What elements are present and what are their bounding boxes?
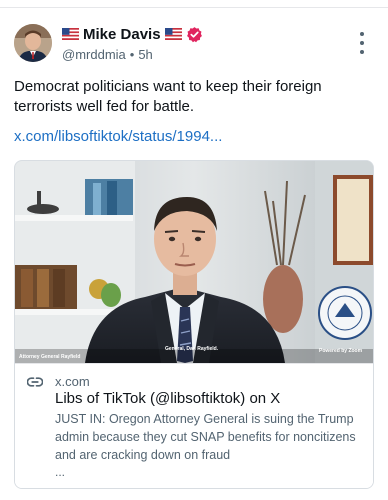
more-options-dot bbox=[360, 50, 364, 54]
post-text: Democrat politicians want to keep their … bbox=[14, 78, 322, 115]
link-icon bbox=[27, 376, 43, 388]
card-meta[interactable]: x.com Libs of TikTok (@libsoftiktok) on … bbox=[15, 363, 373, 488]
video-thumbnail[interactable]: Attorney General Rayfield General, Dan R… bbox=[15, 161, 373, 363]
card-ellipsis: ... bbox=[55, 465, 66, 479]
author-display-name[interactable]: Mike Davis bbox=[83, 26, 161, 43]
verified-badge-icon bbox=[186, 26, 203, 43]
author-meta-row: @mrddmia • 5h bbox=[62, 47, 153, 62]
more-options-icon bbox=[360, 32, 364, 36]
card-title[interactable]: Libs of TikTok (@libsoftiktok) on X bbox=[55, 390, 280, 407]
card-description: JUST IN: Oregon Attorney General is suin… bbox=[55, 412, 356, 462]
more-options-dot bbox=[360, 41, 364, 45]
us-flag-icon bbox=[164, 28, 182, 40]
card-domain: x.com bbox=[55, 374, 90, 389]
link-preview-card[interactable]: Attorney General Rayfield General, Dan R… bbox=[14, 160, 374, 489]
us-flag-icon bbox=[62, 28, 79, 40]
post[interactable]: Mike Davis @mrddmia • 5h Democrat politi… bbox=[0, 8, 388, 500]
meta-separator: • bbox=[129, 47, 135, 62]
avatar[interactable] bbox=[14, 24, 52, 62]
more-options-button[interactable] bbox=[355, 32, 369, 54]
author-name-row[interactable]: Mike Davis bbox=[62, 24, 203, 44]
video-caption-center: General, Dan Rayfield. bbox=[165, 346, 219, 352]
post-link[interactable]: x.com/libsoftiktok/status/1994... bbox=[14, 127, 222, 147]
author-handle[interactable]: @mrddmia bbox=[62, 47, 126, 62]
video-caption-right: Powered by Zoom bbox=[319, 348, 363, 354]
video-caption-left: Attorney General Rayfield bbox=[19, 354, 81, 360]
post-timestamp[interactable]: 5h bbox=[138, 47, 152, 62]
